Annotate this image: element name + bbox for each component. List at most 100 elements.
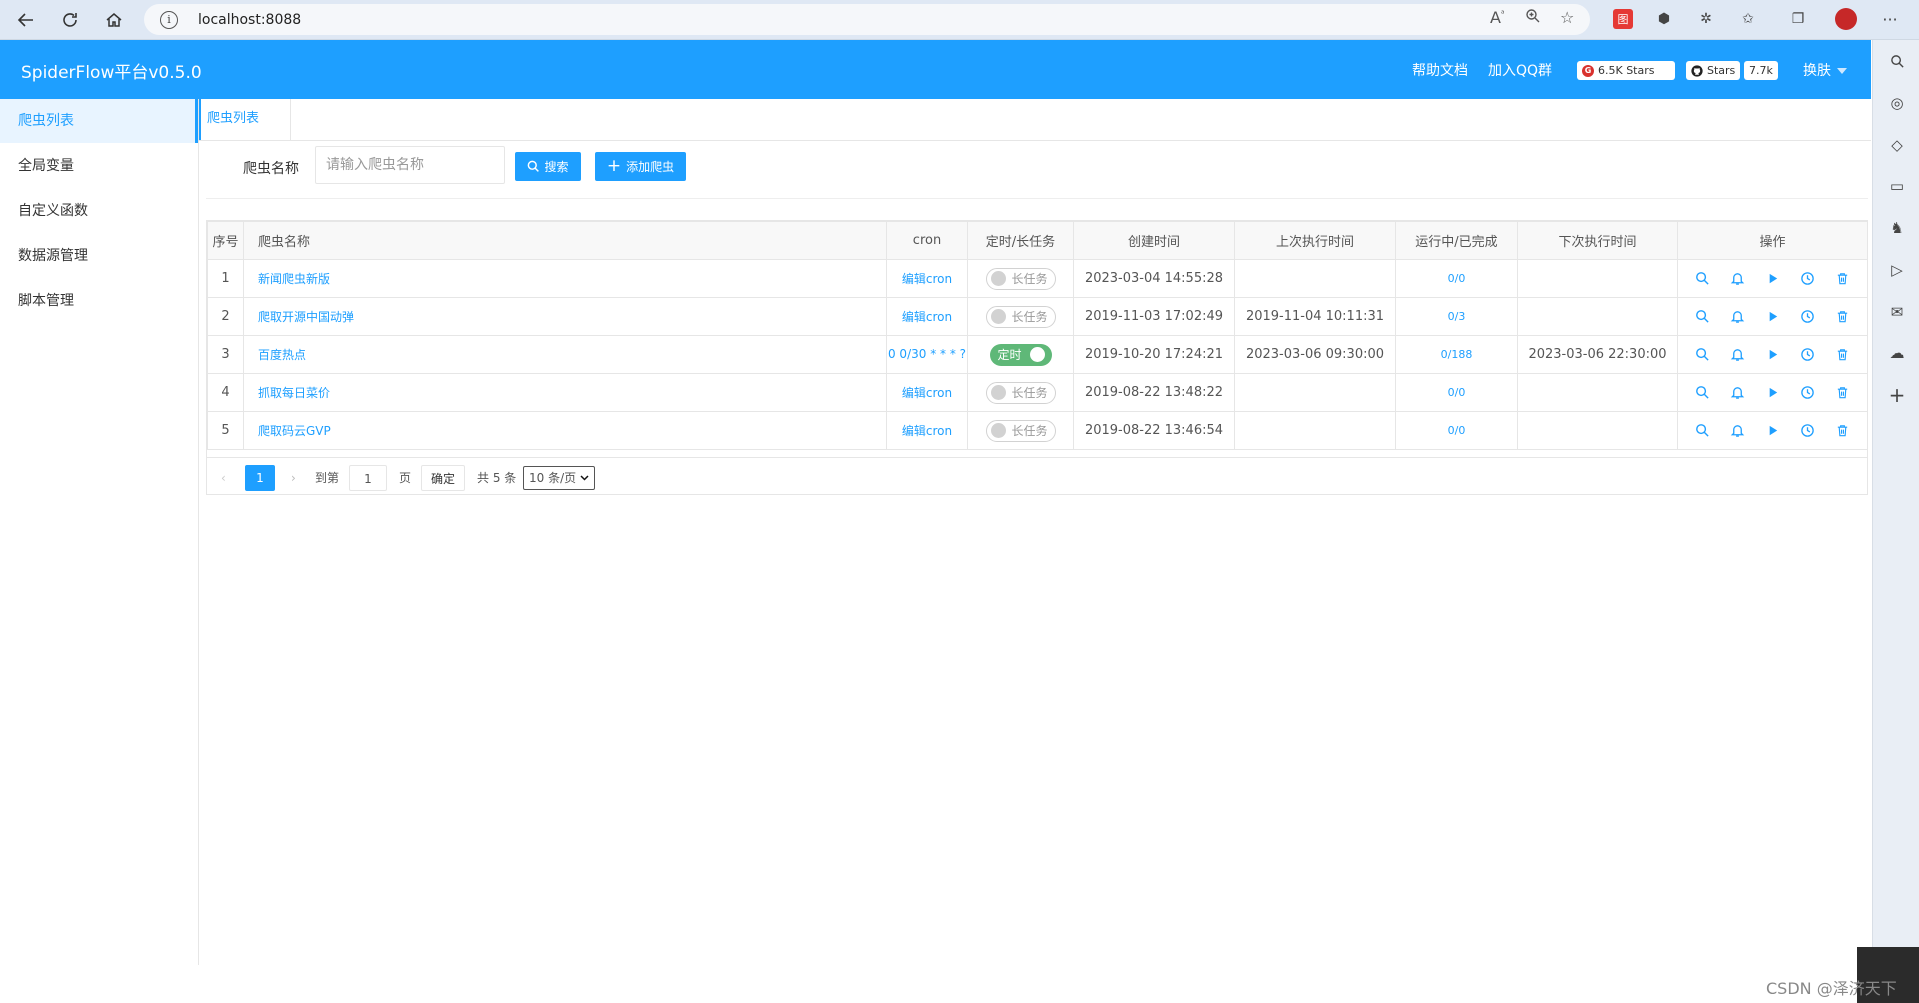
spider-name-link[interactable]: 爬取开源中国动弹 (258, 310, 354, 324)
bell-icon[interactable] (1729, 422, 1747, 440)
search-icon[interactable] (1694, 270, 1712, 288)
clock-icon[interactable] (1799, 384, 1817, 402)
spider-name-input[interactable] (315, 146, 505, 184)
join-qq-link[interactable]: 加入QQ群 (1488, 60, 1552, 80)
prev-page-icon[interactable]: ‹ (221, 465, 226, 491)
search-icon[interactable] (1694, 308, 1712, 326)
search-icon[interactable] (1694, 346, 1712, 364)
sidebar-search-icon[interactable] (1887, 51, 1907, 71)
row-actions (1678, 384, 1867, 402)
more-icon[interactable]: ··· (1880, 9, 1900, 29)
extension-shield-icon[interactable]: ⬢ (1654, 9, 1674, 29)
page-1[interactable]: 1 (245, 465, 275, 491)
toggle-knob (1029, 347, 1045, 362)
page-size-select[interactable]: 10 条/页 (523, 466, 596, 490)
clock-icon[interactable] (1799, 422, 1817, 440)
tab-spider-list[interactable]: 爬虫列表 (199, 99, 291, 140)
add-icon[interactable]: + (1887, 383, 1907, 407)
sidebar-item-datasource[interactable]: 数据源管理 (0, 234, 198, 278)
toggle-knob (990, 423, 1006, 438)
search-icon[interactable] (1694, 422, 1712, 440)
info-icon[interactable]: i (160, 10, 178, 29)
outlook-icon[interactable]: ✉ (1887, 302, 1907, 322)
progress-link[interactable]: 0/0 (1448, 272, 1466, 285)
bell-icon[interactable] (1729, 308, 1747, 326)
back-icon[interactable] (12, 6, 40, 34)
pagination: ‹ 1 › 到第 1 页 确定 共 5 条 10 条/页 (207, 457, 1867, 495)
progress-link[interactable]: 0/0 (1448, 424, 1466, 437)
row-index: 4 (207, 373, 244, 412)
play-icon[interactable] (1764, 308, 1782, 326)
play-icon[interactable] (1764, 422, 1782, 440)
trash-icon[interactable] (1834, 270, 1852, 288)
shopping-tag-icon[interactable]: ◇ (1887, 135, 1907, 155)
last-run-time (1234, 373, 1396, 412)
collections-icon[interactable]: ❐ (1788, 9, 1808, 29)
clock-icon[interactable] (1799, 308, 1817, 326)
profile-avatar[interactable] (1835, 8, 1857, 30)
bell-icon[interactable] (1729, 346, 1747, 364)
cloud-icon[interactable]: ☁ (1887, 343, 1907, 363)
spider-name-link[interactable]: 新闻爬虫新版 (258, 272, 330, 286)
edit-cron-link[interactable]: 编辑cron (902, 272, 952, 286)
play-icon[interactable] (1764, 384, 1782, 402)
help-docs-link[interactable]: 帮助文档 (1412, 60, 1468, 80)
table-row: 4 抓取每日菜价 编辑cron 长任务 2019-08-22 13:48:22 0/0 (207, 373, 1868, 412)
clock-icon[interactable] (1799, 270, 1817, 288)
address-bar[interactable]: i localhost:8088 (144, 4, 1590, 35)
play-icon[interactable] (1764, 270, 1782, 288)
sidebar-item-global-variables[interactable]: 全局变量 (0, 144, 198, 188)
edit-cron-link[interactable]: 0 0/30 * * * ? (888, 347, 966, 361)
trash-icon[interactable] (1834, 384, 1852, 402)
progress-link[interactable]: 0/188 (1441, 348, 1473, 361)
reload-icon[interactable] (56, 6, 84, 34)
gitee-stars-badge[interactable]: G 6.5K Stars (1577, 61, 1675, 80)
games-icon[interactable]: ♞ (1887, 218, 1907, 238)
spider-name-link[interactable]: 抓取每日菜价 (258, 386, 330, 400)
search-button[interactable]: 搜索 (515, 152, 581, 181)
add-spider-button[interactable]: + 添加爬虫 (595, 152, 686, 181)
spider-name-link[interactable]: 百度热点 (258, 348, 306, 362)
edit-cron-link[interactable]: 编辑cron (902, 386, 952, 400)
progress-link[interactable]: 0/0 (1448, 386, 1466, 399)
progress-link[interactable]: 0/3 (1448, 310, 1466, 323)
microsoft365-icon[interactable]: ▷ (1887, 260, 1907, 280)
task-mode-toggle[interactable]: 长任务 (985, 305, 1056, 328)
home-icon[interactable] (100, 6, 128, 34)
favorites-icon[interactable]: ✩ (1738, 9, 1758, 29)
task-mode-label: 长任务 (1011, 272, 1048, 286)
goto-page-input[interactable]: 1 (349, 465, 387, 491)
skin-menu[interactable]: 换肤 (1803, 60, 1847, 80)
tools-briefcase-icon[interactable]: ▭ (1887, 176, 1907, 196)
column-header: 定时/长任务 (967, 221, 1074, 260)
sidebar-item-custom-functions[interactable]: 自定义函数 (0, 189, 198, 233)
task-mode-toggle[interactable]: 长任务 (985, 381, 1056, 404)
confirm-button[interactable]: 确定 (421, 465, 465, 491)
edit-cron-link[interactable]: 编辑cron (902, 310, 952, 324)
trash-icon[interactable] (1834, 346, 1852, 364)
github-stars-badge[interactable]: Stars (1686, 61, 1741, 80)
extension-icon[interactable]: 图 (1613, 9, 1633, 29)
zoom-icon[interactable] (1525, 8, 1541, 28)
sidebar-item-spider-list[interactable]: 爬虫列表 (0, 99, 198, 143)
task-mode-toggle[interactable]: 长任务 (985, 419, 1056, 442)
trash-icon[interactable] (1834, 308, 1852, 326)
play-icon[interactable] (1764, 346, 1782, 364)
next-page-icon[interactable]: › (291, 465, 296, 491)
edit-cron-link[interactable]: 编辑cron (902, 424, 952, 438)
trash-icon[interactable] (1834, 422, 1852, 440)
search-icon[interactable] (1694, 384, 1712, 402)
column-header: 爬虫名称 (243, 221, 887, 260)
favorite-add-icon[interactable]: ☆ (1560, 8, 1574, 27)
bell-icon[interactable] (1729, 270, 1747, 288)
task-mode-toggle[interactable]: 长任务 (985, 267, 1056, 290)
spider-name-link[interactable]: 爬取码云GVP (258, 424, 331, 438)
task-mode-toggle[interactable]: 定时 (989, 343, 1052, 366)
extensions-puzzle-icon[interactable]: ✲ (1696, 9, 1716, 29)
discover-icon[interactable]: ◎ (1887, 93, 1907, 113)
read-aloud-icon[interactable]: Aᵃ (1490, 8, 1504, 27)
bell-icon[interactable] (1729, 384, 1747, 402)
sidebar-item-scripts[interactable]: 脚本管理 (0, 279, 198, 323)
app-title: SpiderFlow平台v0.5.0 (21, 63, 202, 83)
clock-icon[interactable] (1799, 346, 1817, 364)
